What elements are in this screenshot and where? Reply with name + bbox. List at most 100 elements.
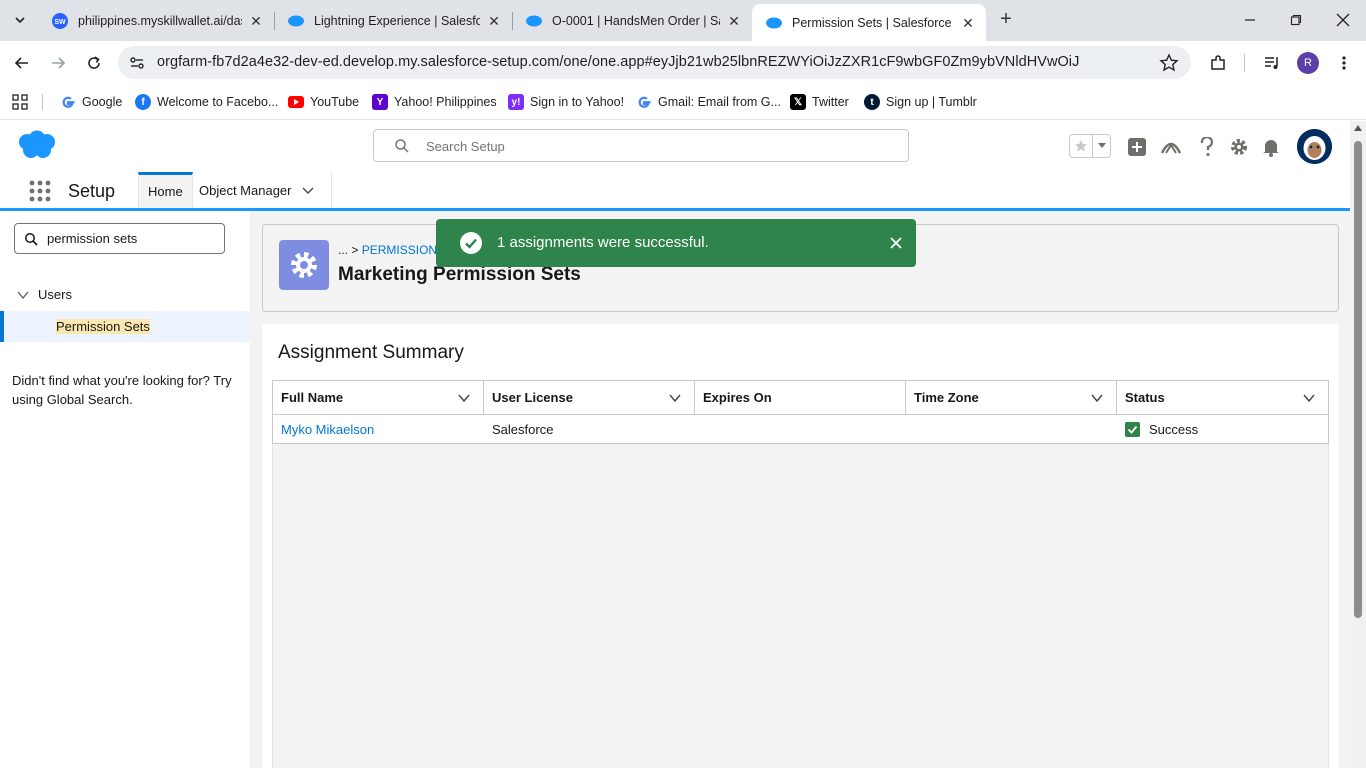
site-info-icon[interactable] (128, 54, 146, 72)
restore-icon (1290, 14, 1302, 26)
chevron-down-icon[interactable] (302, 184, 314, 196)
tab-title: O-0001 | HandsMen Order | Sale (552, 14, 720, 28)
bookmark-label: Gmail: Email from G... (658, 95, 781, 109)
tree-item-permission-sets[interactable]: Permission Sets (0, 311, 250, 342)
chevron-down-icon[interactable] (1090, 391, 1104, 405)
new-tab-button[interactable]: + (994, 8, 1018, 32)
tree-section-users[interactable]: Users (16, 287, 72, 302)
app-launcher-icon[interactable] (29, 180, 51, 202)
close-window-button[interactable] (1331, 8, 1355, 32)
tab-home-label: Home (148, 184, 183, 199)
close-tab-icon[interactable]: ✕ (726, 13, 742, 29)
favorites-list-button[interactable] (1092, 135, 1110, 157)
tab-title: Permission Sets | Salesforce (792, 15, 952, 30)
chevron-down-icon[interactable] (1302, 391, 1316, 405)
salesforce-logo[interactable] (16, 130, 58, 160)
bell-icon (1263, 140, 1279, 157)
bookmark-tumblr[interactable]: t Sign up | Tumblr (864, 92, 977, 112)
chevron-down-icon (15, 17, 25, 24)
tab-home[interactable]: Home (138, 172, 193, 208)
minimize-window-button[interactable] (1238, 8, 1262, 32)
quick-find-input[interactable]: permission sets (14, 223, 225, 254)
help-icon (1200, 137, 1213, 156)
astro-avatar-icon (1297, 129, 1332, 164)
reload-button[interactable] (80, 49, 108, 77)
bookmark-google[interactable]: Google (60, 92, 122, 112)
search-setup-input[interactable]: Search Setup (373, 129, 909, 162)
breadcrumb: ... > PERMISSION S (338, 243, 448, 257)
column-header-expires-on[interactable]: Expires On (695, 381, 906, 414)
help-button[interactable] (1195, 135, 1219, 159)
apps-button[interactable] (12, 92, 28, 112)
column-header-user-license[interactable]: User License (484, 381, 695, 414)
close-tab-icon[interactable]: ✕ (486, 13, 502, 29)
profile-avatar[interactable]: R (1297, 52, 1319, 74)
reload-icon (88, 56, 100, 69)
bookmark-youtube[interactable]: YouTube (288, 92, 359, 112)
bookmark-gmail[interactable]: Gmail: Email from G... (636, 92, 781, 112)
status-text: Success (1149, 421, 1199, 437)
close-tab-icon[interactable]: ✕ (960, 15, 976, 31)
google-icon (636, 94, 652, 110)
yahoo-icon: Y (372, 94, 388, 110)
bookmark-twitter[interactable]: 𝕏 Twitter (790, 92, 849, 112)
user-avatar[interactable] (1297, 129, 1332, 164)
user-link[interactable]: Myko Mikaelson (281, 422, 374, 437)
setup-tree-nav: permission sets Users Permission Sets Di… (0, 211, 250, 768)
gear-icon (291, 252, 317, 278)
url-text: orgfarm-fb7d2a4e32-dev-ed.develop.my.sal… (157, 54, 1080, 70)
forward-button[interactable] (44, 49, 72, 77)
breadcrumb-ellipsis[interactable]: ... (338, 243, 348, 257)
favorites-star-button[interactable] (1070, 135, 1092, 157)
browser-tab-strip: SW philippines.myskillwallet.ai/dash ✕ L… (0, 0, 1366, 41)
main-content: ... > PERMISSION S Marketing Permission … (250, 211, 1350, 768)
tab-object-manager-label: Object Manager (199, 182, 292, 198)
browser-tab-order[interactable]: O-0001 | HandsMen Order | Sale ✕ (512, 6, 752, 36)
bookmark-yahoo-ph[interactable]: Y Yahoo! Philippines (372, 92, 497, 112)
page-scrollbar[interactable] (1350, 121, 1366, 768)
close-tab-icon[interactable]: ✕ (248, 13, 264, 29)
puzzle-icon (1211, 55, 1225, 70)
restore-window-button[interactable] (1284, 8, 1308, 32)
column-header-time-zone[interactable]: Time Zone (906, 381, 1117, 414)
extensions-button[interactable] (1204, 49, 1232, 77)
column-header-full-name[interactable]: Full Name (273, 381, 484, 414)
address-bar[interactable]: orgfarm-fb7d2a4e32-dev-ed.develop.my.sal… (118, 46, 1191, 79)
browser-tab-skillwallet[interactable]: SW philippines.myskillwallet.ai/dash ✕ (38, 6, 274, 36)
tumblr-icon: t (864, 94, 880, 110)
browser-tab-permission-sets[interactable]: Permission Sets | Salesforce ✕ (752, 4, 986, 41)
global-header: Search Setup (0, 121, 1350, 172)
tab-object-manager[interactable]: Object Manager (190, 172, 323, 208)
cell-time-zone (906, 415, 1117, 443)
cell-status: Success (1117, 415, 1328, 443)
notifications-button[interactable] (1259, 135, 1283, 159)
salesforce-icon (526, 13, 542, 29)
column-header-status[interactable]: Status (1117, 381, 1328, 414)
column-label: Status (1125, 390, 1165, 405)
success-toast: 1 assignments were successful. (436, 219, 916, 267)
salesforce-icon (288, 13, 304, 29)
tab-search-button[interactable] (8, 8, 32, 32)
chevron-down-icon[interactable] (668, 391, 682, 405)
media-controls-button[interactable] (1258, 49, 1286, 77)
bookmark-yahoo-signin[interactable]: y! Sign in to Yahoo! (508, 92, 624, 112)
more-vertical-icon (1342, 56, 1346, 70)
bookmark-facebook[interactable]: f Welcome to Facebo... (135, 92, 278, 112)
trailhead-button[interactable] (1159, 135, 1183, 159)
scroll-up-arrow-icon[interactable] (1354, 125, 1362, 131)
browser-menu-button[interactable] (1330, 49, 1358, 77)
global-actions-button[interactable] (1125, 135, 1149, 159)
breadcrumb-separator: > (351, 243, 359, 257)
bookmark-star-icon[interactable] (1159, 53, 1179, 73)
browser-toolbar: orgfarm-fb7d2a4e32-dev-ed.develop.my.sal… (0, 41, 1366, 84)
bookmark-label: Welcome to Facebo... (157, 95, 279, 109)
table-header: Full Name User License Expires On Time Z… (273, 381, 1328, 415)
browser-tab-lightning[interactable]: Lightning Experience | Salesforce ✕ (274, 6, 512, 36)
close-icon[interactable] (888, 235, 904, 251)
back-button[interactable] (8, 49, 36, 77)
column-label: Time Zone (914, 390, 979, 405)
setup-gear-button[interactable] (1227, 135, 1251, 159)
chevron-down-icon[interactable] (457, 391, 471, 405)
scrollbar-thumb[interactable] (1354, 141, 1362, 618)
search-icon (25, 233, 38, 246)
